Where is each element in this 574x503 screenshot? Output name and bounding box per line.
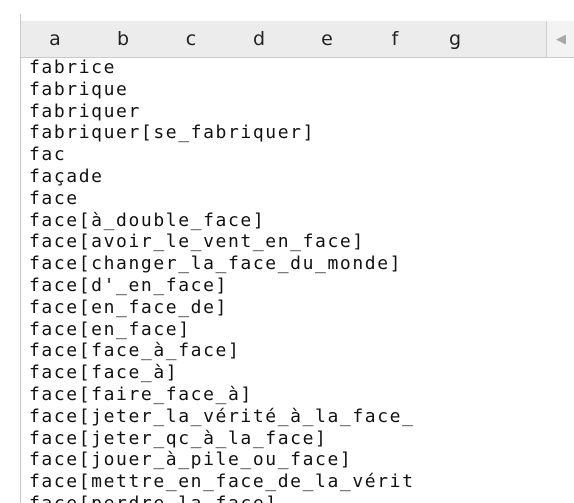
tab-a[interactable]: a — [21, 21, 89, 57]
list-item[interactable]: face[face_à] — [29, 362, 574, 384]
tab-scroll-left-button[interactable]: ◀ — [546, 21, 574, 57]
tab-f[interactable]: f — [361, 21, 429, 57]
list-item[interactable]: fabriquer[se_fabriquer] — [29, 122, 574, 144]
list-item[interactable]: face[en_face_de] — [29, 297, 574, 319]
list-item[interactable]: face[en_face] — [29, 319, 574, 341]
tab-e[interactable]: e — [293, 21, 361, 57]
list-item[interactable]: face[mettre_en_face_de_la_vérit — [29, 471, 574, 493]
list-item[interactable]: face[changer_la_face_du_monde] — [29, 253, 574, 275]
list-item[interactable]: fac — [29, 144, 574, 166]
letter-tabs: a b c d e f g — [21, 21, 467, 57]
window-top-strip — [0, 0, 574, 14]
list-item[interactable]: façade — [29, 166, 574, 188]
entry-list: fabrice fabrique fabriquer fabriquer[se_fab… — [21, 57, 574, 503]
list-item[interactable]: face[avoir_le_vent_en_face] — [29, 231, 574, 253]
list-item[interactable]: face — [29, 188, 574, 210]
letter-tab-bar: a b c d e f g ◀ — [21, 21, 574, 58]
list-item[interactable]: face[jeter_qc_à_la_face] — [29, 428, 574, 450]
tab-g[interactable]: g — [429, 21, 467, 57]
tab-c[interactable]: c — [157, 21, 225, 57]
list-item[interactable]: face[d'_en_face] — [29, 275, 574, 297]
list-item[interactable]: fabrice — [29, 57, 574, 79]
list-item[interactable]: face[face_à_face] — [29, 340, 574, 362]
triangle-left-icon: ◀ — [556, 31, 566, 47]
list-item[interactable]: fabriquer — [29, 101, 574, 123]
dictionary-panel: a b c d e f g ◀ fabrice fabrique fabriquer… — [20, 14, 574, 503]
list-item[interactable]: fabrique — [29, 79, 574, 101]
tab-d[interactable]: d — [225, 21, 293, 57]
tab-b[interactable]: b — [89, 21, 157, 57]
list-item[interactable]: face[à_double_face] — [29, 210, 574, 232]
list-item[interactable]: face[jouer_à_pile_ou_face] — [29, 449, 574, 471]
list-item[interactable]: face[jeter_la_vérité_à_la_face_ — [29, 406, 574, 428]
list-item[interactable]: face[faire_face_à] — [29, 384, 574, 406]
list-item[interactable]: face[perdre_la_face] — [29, 493, 574, 503]
